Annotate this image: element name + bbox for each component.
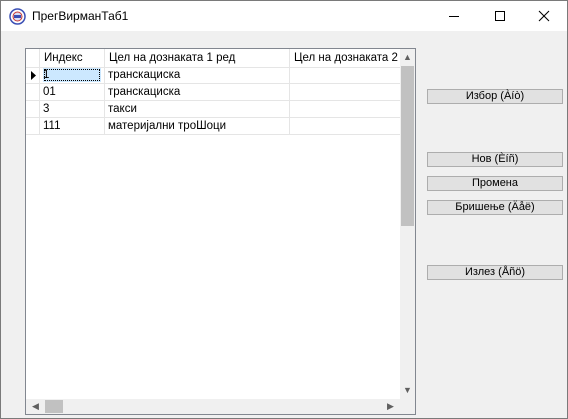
minimize-icon <box>449 16 459 17</box>
cell-purpose-line2[interactable] <box>290 84 400 101</box>
cell-index[interactable]: 01 <box>40 84 105 101</box>
row-header-corner <box>26 49 40 67</box>
maximize-button[interactable] <box>477 1 523 31</box>
title-bar[interactable]: ПрегВирманТаб1 <box>1 1 567 31</box>
table-row[interactable]: 3 такси <box>26 101 400 118</box>
cell-index[interactable]: 111 <box>40 118 105 135</box>
row-header[interactable] <box>26 101 40 118</box>
row-header[interactable] <box>26 67 40 84</box>
edit-button[interactable]: Промена <box>427 176 563 191</box>
delete-button[interactable]: Бришење (Äåë) <box>427 200 563 215</box>
scroll-up-icon[interactable]: ▲ <box>400 50 415 65</box>
row-header[interactable] <box>26 84 40 101</box>
cell-index[interactable]: 3 <box>40 101 105 118</box>
scroll-down-icon[interactable]: ▼ <box>400 383 415 398</box>
cell-index[interactable]: 1 <box>40 67 105 84</box>
maximize-icon <box>495 11 505 21</box>
grid-header: Индекс Цел на дознаката 1 ред Цел на доз… <box>26 49 400 68</box>
exit-button[interactable]: Излез (Åñö) <box>427 265 563 280</box>
cell-purpose-line2[interactable] <box>290 101 400 118</box>
cell-purpose-line1[interactable]: транскациска <box>105 84 290 101</box>
vertical-scrollbar[interactable]: ▲ ▼ <box>400 49 415 399</box>
close-button[interactable] <box>521 1 567 31</box>
horizontal-scroll-thumb[interactable] <box>45 400 63 413</box>
cell-purpose-line2[interactable] <box>290 67 400 84</box>
table-row[interactable]: 1 транскациска <box>26 67 400 84</box>
close-icon <box>538 10 550 22</box>
minimize-button[interactable] <box>431 1 477 31</box>
column-header-purpose-line1[interactable]: Цел на дознаката 1 ред <box>105 49 290 67</box>
cell-purpose-line1[interactable]: такси <box>105 101 290 118</box>
new-button[interactable]: Нов (Èíñ) <box>427 152 563 167</box>
row-header[interactable] <box>26 118 40 135</box>
app-logo-icon <box>9 8 26 25</box>
main-window: ПрегВирманТаб1 Индекс Цел на дознаката 1… <box>0 0 568 419</box>
column-header-purpose-line2[interactable]: Цел на дознаката 2 р <box>290 49 400 67</box>
cell-purpose-line2[interactable] <box>290 118 400 135</box>
scrollbar-corner <box>400 399 415 414</box>
select-button[interactable]: Избор (Àíò) <box>427 89 563 104</box>
cell-purpose-line1[interactable]: транскациска <box>105 67 290 84</box>
window-title: ПрегВирманТаб1 <box>32 9 129 23</box>
selected-cell-value[interactable]: 1 <box>43 68 101 82</box>
client-area: Индекс Цел на дознаката 1 ред Цел на доз… <box>1 31 567 418</box>
scroll-right-icon[interactable]: ▶ <box>383 399 398 414</box>
scroll-left-icon[interactable]: ◀ <box>28 399 43 414</box>
vertical-scroll-thumb[interactable] <box>401 66 414 226</box>
table-row[interactable]: 111 материјални троШоци <box>26 118 400 135</box>
data-grid[interactable]: Индекс Цел на дознаката 1 ред Цел на доз… <box>25 48 416 415</box>
table-row[interactable]: 01 транскациска <box>26 84 400 101</box>
cell-purpose-line1[interactable]: материјални троШоци <box>105 118 290 135</box>
current-row-arrow-icon <box>31 71 36 80</box>
column-header-index[interactable]: Индекс <box>40 49 105 67</box>
horizontal-scrollbar[interactable]: ◀ ▶ <box>26 399 400 414</box>
